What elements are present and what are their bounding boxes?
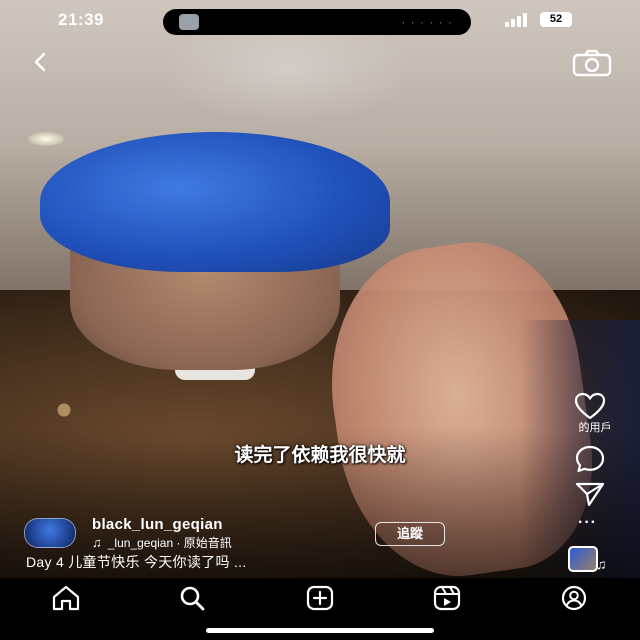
heart-icon xyxy=(574,392,606,420)
dynamic-island: · · · · · · xyxy=(163,9,471,35)
home-icon xyxy=(52,585,80,611)
add-icon xyxy=(306,585,334,611)
like-button[interactable] xyxy=(570,392,610,420)
camera-button[interactable] xyxy=(570,48,614,78)
share-button[interactable] xyxy=(570,480,610,508)
island-thumbnail xyxy=(179,14,199,30)
nav-create[interactable] xyxy=(300,584,340,612)
like-count-label[interactable]: 的用戶 xyxy=(560,419,630,435)
reel-video[interactable] xyxy=(0,0,640,578)
audio-info[interactable]: ♫ _lun_geqian · 原始音訊 xyxy=(92,534,232,551)
island-dots: · · · · · · xyxy=(401,15,453,29)
nav-profile[interactable] xyxy=(554,584,594,612)
author-username[interactable]: black_lun_geqian xyxy=(92,516,223,533)
reels-icon xyxy=(433,585,461,611)
video-subtitle: 读完了依赖我很快就 xyxy=(234,445,406,466)
audio-thumbnail[interactable] xyxy=(568,546,598,572)
reel-caption[interactable]: Day 4 儿童节快乐 今天你读了吗 ... xyxy=(26,552,247,572)
music-note-icon: ♫ xyxy=(92,535,102,550)
nav-search[interactable] xyxy=(172,584,212,612)
audio-text: _lun_geqian · 原始音訊 xyxy=(107,536,232,550)
follow-button[interactable]: 追蹤 xyxy=(375,522,445,546)
home-indicator[interactable] xyxy=(206,628,434,633)
send-icon xyxy=(575,482,605,507)
ceiling-light xyxy=(28,132,64,146)
blue-hair xyxy=(40,132,390,272)
more-options-button[interactable]: ··· xyxy=(578,514,597,532)
profile-icon xyxy=(561,585,587,611)
camera-icon xyxy=(572,49,612,77)
status-time: 21:39 xyxy=(58,10,104,29)
nav-reels[interactable] xyxy=(427,584,467,612)
chevron-left-icon xyxy=(34,52,46,72)
back-button[interactable] xyxy=(26,48,54,76)
comment-button[interactable] xyxy=(570,444,610,474)
comment-icon xyxy=(575,445,605,473)
cellular-signal-icon xyxy=(505,13,533,27)
nav-home[interactable] xyxy=(46,584,86,612)
battery-indicator: 52 xyxy=(540,12,572,27)
search-icon xyxy=(180,586,205,611)
music-note-icon: ♫ xyxy=(596,556,607,572)
author-avatar[interactable] xyxy=(24,518,76,548)
